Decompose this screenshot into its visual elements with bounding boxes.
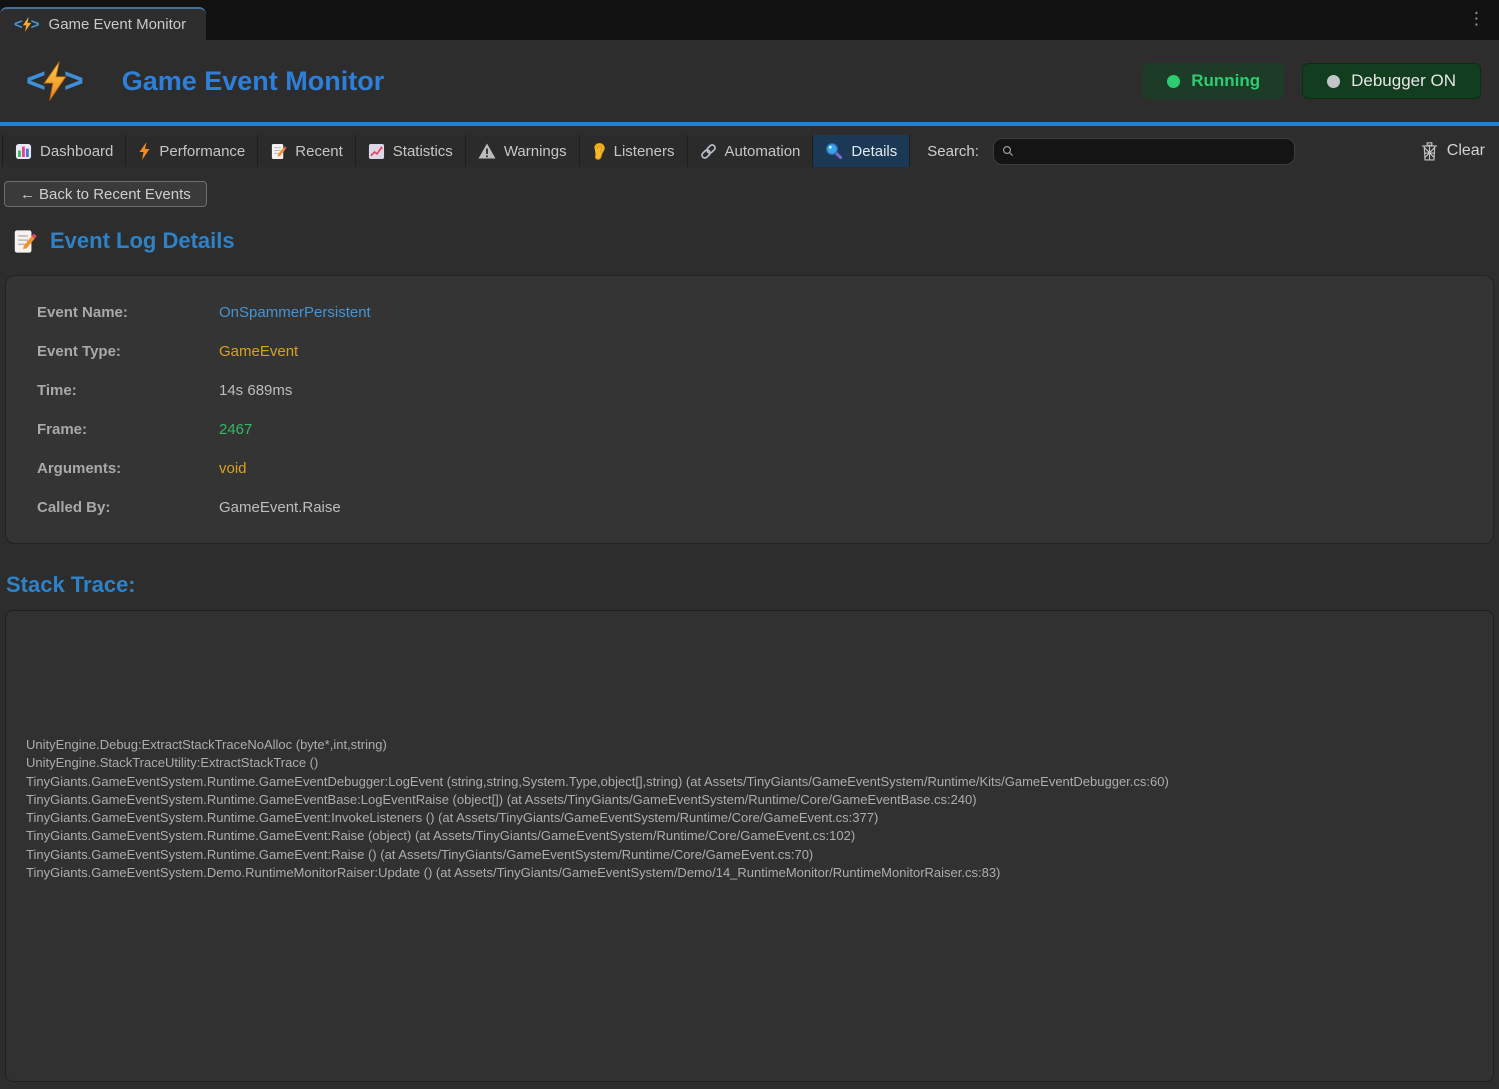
search-label: Search:: [927, 143, 979, 160]
event-log-details-heading: Event Log Details: [12, 228, 1499, 254]
tab-label: Statistics: [393, 143, 453, 160]
app-header: < > Game Event Monitor Running Debugger …: [0, 40, 1499, 122]
running-label: Running: [1191, 71, 1260, 91]
field-value: GameEvent: [219, 343, 298, 360]
app-logo-icon: < >: [26, 61, 84, 101]
stack-trace-line: TinyGiants.GameEventSystem.Runtime.GameE…: [26, 773, 1493, 791]
field-label: Time:: [37, 382, 219, 399]
tab-dashboard[interactable]: Dashboard: [2, 135, 126, 167]
chart-increasing-icon: [368, 143, 385, 160]
back-button-label: Back to Recent Events: [39, 186, 191, 203]
stack-trace-heading: Stack Trace:: [6, 572, 1499, 598]
field-event-name: Event Name: OnSpammerPersistent: [37, 293, 1493, 332]
magnifier-icon: [825, 142, 843, 160]
lightning-icon: [138, 142, 151, 160]
memo-icon: [270, 143, 287, 160]
search-box[interactable]: [993, 138, 1295, 165]
clear-label: Clear: [1447, 142, 1485, 160]
tab-details[interactable]: Details: [813, 135, 910, 167]
window-tab-strip: < > Game Event Monitor ⋮: [0, 0, 1499, 40]
section-title: Event Log Details: [50, 228, 235, 254]
stack-trace-line: TinyGiants.GameEventSystem.Runtime.GameE…: [26, 791, 1493, 809]
field-arguments: Arguments: void: [37, 449, 1493, 488]
clear-button[interactable]: Clear: [1415, 142, 1491, 161]
stack-trace-line: UnityEngine.Debug:ExtractStackTraceNoAll…: [26, 736, 1493, 754]
tab-label: Warnings: [504, 143, 567, 160]
field-called-by: Called By: GameEvent.Raise: [37, 488, 1493, 527]
window-tab-title: Game Event Monitor: [49, 16, 187, 33]
field-label: Event Type:: [37, 343, 219, 360]
tab-label: Automation: [725, 143, 801, 160]
back-arrow-icon: ←: [20, 186, 35, 203]
search-icon: [1002, 145, 1014, 157]
stack-trace-line: TinyGiants.GameEventSystem.Demo.RuntimeM…: [26, 864, 1493, 882]
warning-triangle-icon: [478, 143, 496, 159]
field-frame: Frame: 2467: [37, 410, 1493, 449]
tab-statistics[interactable]: Statistics: [356, 135, 466, 167]
tab-listeners[interactable]: Listeners: [580, 135, 688, 167]
tab-performance[interactable]: Performance: [126, 135, 258, 167]
running-dot-icon: [1167, 75, 1180, 88]
trash-icon: [1421, 142, 1438, 161]
stack-trace-line: TinyGiants.GameEventSystem.Runtime.GameE…: [26, 827, 1493, 845]
back-to-recent-events-button[interactable]: ← Back to Recent Events: [4, 181, 207, 207]
debugger-dot-icon: [1327, 75, 1340, 88]
tab-label: Recent: [295, 143, 343, 160]
page-title: Game Event Monitor: [122, 66, 385, 97]
field-label: Frame:: [37, 421, 219, 438]
field-label: Arguments:: [37, 460, 219, 477]
ear-icon: [592, 142, 606, 161]
stack-trace-line: TinyGiants.GameEventSystem.Runtime.GameE…: [26, 846, 1493, 864]
event-details-panel: Event Name: OnSpammerPersistent Event Ty…: [5, 275, 1494, 544]
memo-icon: [12, 229, 37, 254]
field-value: OnSpammerPersistent: [219, 304, 371, 321]
window-tab-game-event-monitor[interactable]: < > Game Event Monitor: [0, 7, 206, 40]
field-label: Called By:: [37, 499, 219, 516]
search-input[interactable]: [1020, 143, 1286, 159]
debugger-label: Debugger ON: [1351, 71, 1456, 91]
field-event-type: Event Type: GameEvent: [37, 332, 1493, 371]
field-value: 14s 689ms: [219, 382, 292, 399]
stack-trace-line: UnityEngine.StackTraceUtility:ExtractSta…: [26, 754, 1493, 772]
field-value: GameEvent.Raise: [219, 499, 341, 516]
window-menu-icon[interactable]: ⋮: [1468, 9, 1485, 29]
tab-recent[interactable]: Recent: [258, 135, 356, 167]
debugger-status-badge[interactable]: Debugger ON: [1302, 63, 1481, 99]
field-time: Time: 14s 689ms: [37, 371, 1493, 410]
tab-label: Performance: [159, 143, 245, 160]
field-value: void: [219, 460, 247, 477]
tab-automation[interactable]: Automation: [688, 135, 814, 167]
tab-label: Listeners: [614, 143, 675, 160]
field-label: Event Name:: [37, 304, 219, 321]
bar-chart-icon: [15, 143, 32, 160]
toolbar: Dashboard Performance Recent Statistics: [0, 126, 1499, 172]
running-status-badge: Running: [1143, 63, 1284, 99]
logo-brackets-bolt-icon: < >: [14, 16, 40, 33]
tab-warnings[interactable]: Warnings: [466, 135, 580, 167]
field-value: 2467: [219, 421, 252, 438]
stack-trace-line: TinyGiants.GameEventSystem.Runtime.GameE…: [26, 809, 1493, 827]
link-icon: [700, 143, 717, 160]
tab-label: Details: [851, 143, 897, 160]
stack-trace-box[interactable]: UnityEngine.Debug:ExtractStackTraceNoAll…: [5, 610, 1494, 1082]
tab-label: Dashboard: [40, 143, 113, 160]
